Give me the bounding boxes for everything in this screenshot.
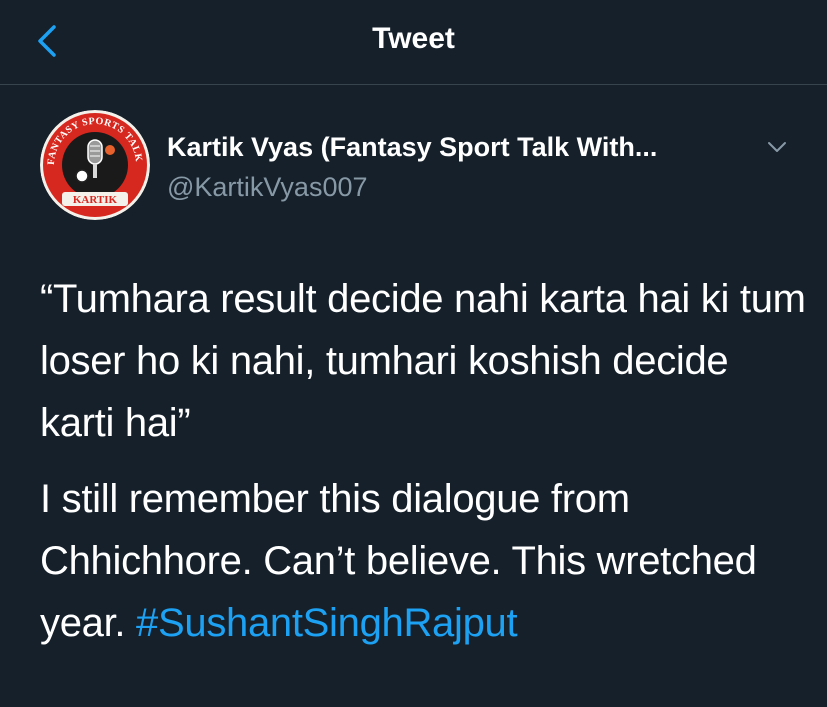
avatar-logo: FANTASY SPORTS TALK WITH KARTIK bbox=[40, 110, 150, 220]
chevron-down-icon bbox=[768, 142, 786, 152]
tweet-author: FANTASY SPORTS TALK WITH KARTIK Kartik V… bbox=[40, 110, 800, 220]
tweet-body-paragraph: I still remember this dialogue from Chhi… bbox=[40, 468, 810, 654]
tweet-menu-button[interactable] bbox=[762, 132, 792, 162]
tweet-quote-paragraph: “Tumhara result decide nahi karta hai ki… bbox=[40, 277, 806, 445]
avatar-name-text: KARTIK bbox=[73, 194, 118, 206]
author-display-name[interactable]: Kartik Vyas (Fantasy Sport Talk With... bbox=[167, 132, 657, 163]
avatar[interactable]: FANTASY SPORTS TALK WITH KARTIK bbox=[40, 110, 150, 220]
author-handle[interactable]: @KartikVyas007 bbox=[167, 172, 368, 203]
top-navigation-bar: Tweet bbox=[0, 0, 827, 85]
tweet-text: “Tumhara result decide nahi karta hai ki… bbox=[40, 268, 810, 654]
page-title: Tweet bbox=[372, 22, 455, 55]
hashtag-link[interactable]: #SushantSinghRajput bbox=[136, 601, 518, 645]
tweet-detail-screen: Tweet FANTASY SPORTS TALK WITH bbox=[0, 0, 827, 707]
